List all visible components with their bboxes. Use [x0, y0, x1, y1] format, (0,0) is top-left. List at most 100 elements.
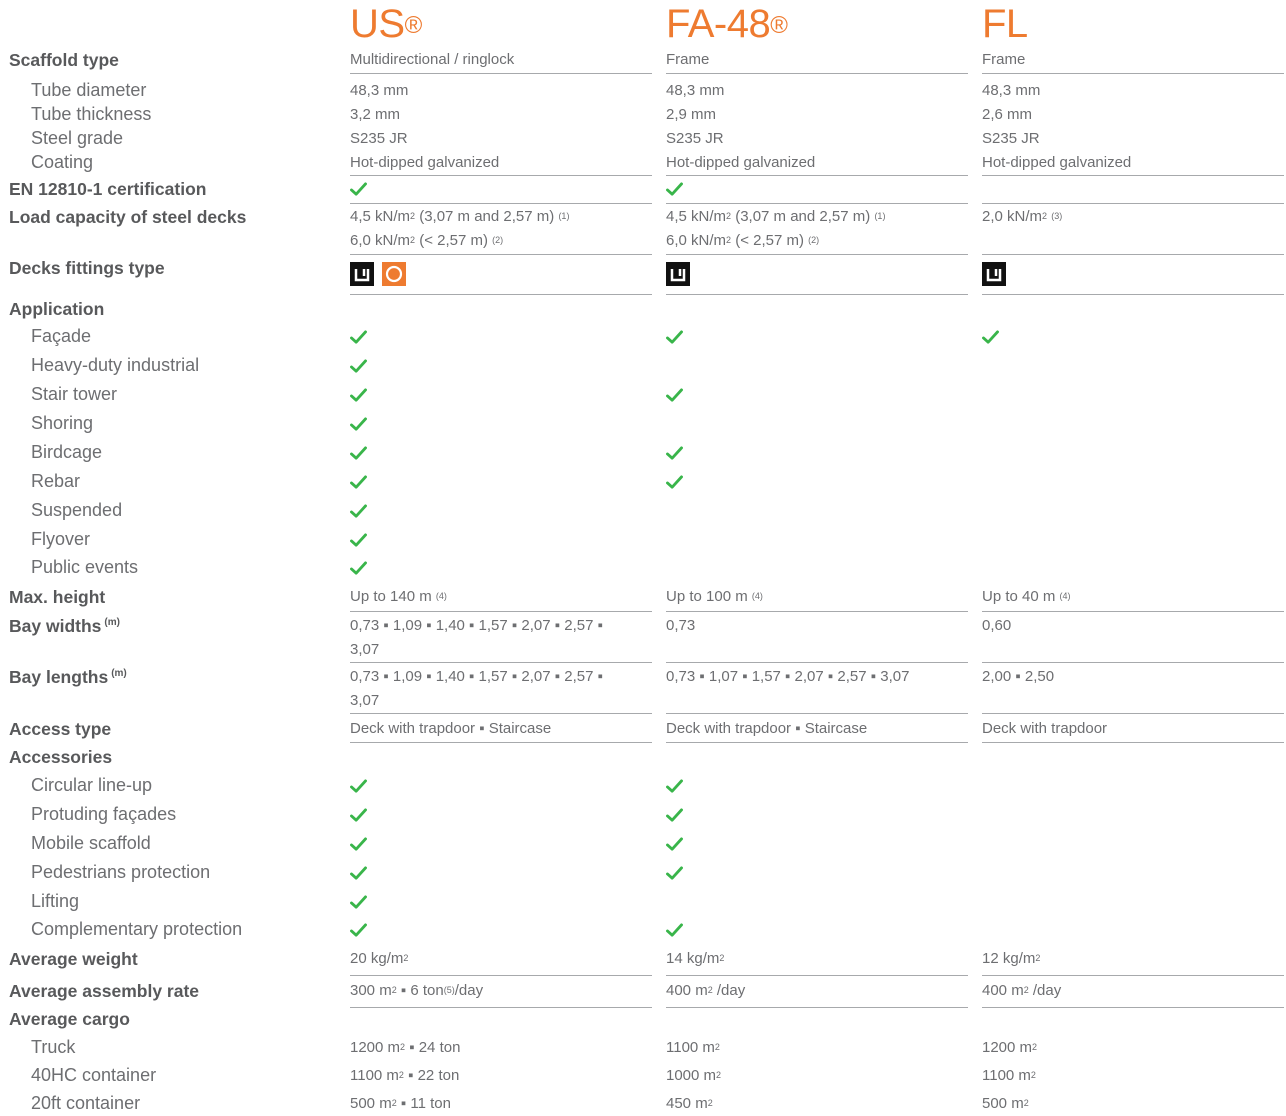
row-label: Tube diameter [31, 80, 146, 101]
cell-us: Deck with trapdoor ▪ Staircase [350, 720, 552, 737]
cell-us: 1100 m2 ▪ 22 ton [350, 1067, 460, 1084]
check-icon [666, 837, 684, 853]
cell-fl: 1200 m2 [982, 1039, 1038, 1056]
row-divider [666, 73, 968, 74]
row-label: Steel grade [31, 128, 123, 149]
row-label-text: Truck [31, 1037, 76, 1057]
row-label-text: Mobile scaffold [31, 833, 151, 853]
row-label-text: Scaffold type [9, 50, 119, 70]
row-divider [350, 742, 652, 743]
column-title: FL [982, 2, 1028, 46]
cell-fa-48: 0,73 ▪ 1,07 ▪ 1,57 ▪ 2,07 ▪ 2,57 ▪ 3,07 [666, 668, 910, 685]
row-label-text: Max. height [9, 587, 106, 607]
row-label-text: Complementary protection [31, 919, 243, 939]
cell-fl: 500 m2 [982, 1095, 1029, 1112]
row-label: Average weight [9, 949, 138, 970]
registered-mark: ® [404, 12, 423, 39]
row-label: Application [9, 299, 104, 320]
row-label-unit: (m) [104, 617, 120, 629]
column-header-fa-48: FA-48® [666, 2, 788, 46]
row-divider [982, 294, 1284, 295]
row-label: Shoring [31, 413, 93, 434]
check-icon [350, 561, 368, 577]
cell-fl: 2,0 kN/m2 (3) [982, 208, 1063, 225]
check-icon [982, 330, 1000, 346]
check-icon [350, 417, 368, 433]
cell-us: Up to 140 m (4) [350, 588, 447, 605]
check-icon [666, 866, 684, 882]
row-divider [666, 294, 968, 295]
row-label-text: Shoring [31, 413, 94, 433]
check-icon [350, 808, 368, 824]
row-label-text: Façade [31, 326, 92, 346]
row-divider [982, 254, 1284, 255]
row-label-text: 40HC container [31, 1065, 157, 1085]
row-label-text: Average weight [9, 949, 138, 969]
row-divider [350, 254, 652, 255]
cell-fa-48: 14 kg/m2 [666, 950, 725, 967]
row-label-text: Application [9, 299, 105, 319]
cell-fa-48: Deck with trapdoor ▪ Staircase [666, 720, 868, 737]
row-label: Rebar [31, 471, 80, 492]
column-header-us: US® [350, 2, 422, 46]
row-divider [350, 1007, 652, 1008]
cell-fl: Hot-dipped galvanized [982, 154, 1132, 171]
row-divider [982, 611, 1284, 612]
row-label: 20ft container [31, 1093, 140, 1114]
row-label: Scaffold type [9, 50, 119, 71]
row-label: Bay lengths (m) [9, 667, 127, 688]
cell-fl: 400 m2 /day [982, 982, 1062, 999]
hook-icon [982, 262, 1006, 286]
cell-fl: S235 JR [982, 130, 1040, 147]
row-label-text: Heavy-duty industrial [31, 355, 200, 375]
cell-us: 300 m2 ▪ 6 ton(5)/day [350, 982, 484, 999]
check-icon [350, 446, 368, 462]
check-icon [350, 895, 368, 911]
row-label: Tube thickness [31, 104, 151, 125]
row-label-text: Bay lengths [9, 667, 109, 687]
row-label: Stair tower [31, 384, 117, 405]
check-icon [350, 779, 368, 795]
round-icon [382, 262, 406, 286]
cell-fa-48: 2,9 mm [666, 106, 717, 123]
cell-fa-48: 1100 m2 [666, 1039, 720, 1056]
cell-fa-48: 4,5 kN/m2 (3,07 m and 2,57 m) (1) 6,0 kN/… [666, 208, 886, 249]
row-divider [666, 611, 968, 612]
cell-fl: 2,6 mm [982, 106, 1033, 123]
column-title: US [350, 2, 405, 46]
cell-fl: Deck with trapdoor [982, 720, 1108, 737]
cell-fa-48: S235 JR [666, 130, 724, 147]
cell-fa-48: Frame [666, 51, 710, 68]
row-label-text: Rebar [31, 471, 81, 491]
row-divider [666, 1007, 968, 1008]
row-label: Truck [31, 1037, 75, 1058]
row-divider [982, 203, 1284, 204]
row-divider [666, 662, 968, 663]
row-divider [666, 254, 968, 255]
row-divider [982, 975, 1284, 976]
cell-us: S235 JR [350, 130, 408, 147]
row-divider [350, 203, 652, 204]
check-icon [666, 923, 684, 939]
row-label: Average cargo [9, 1009, 130, 1030]
cell-us: 0,73 ▪ 1,09 ▪ 1,40 ▪ 1,57 ▪ 2,07 ▪ 2,57 … [350, 668, 603, 709]
row-label-unit: (m) [111, 668, 127, 680]
row-divider [666, 203, 968, 204]
cell-fl: Frame [982, 51, 1026, 68]
row-label-text: Flyover [31, 529, 91, 549]
row-label: Accessories [9, 747, 112, 768]
row-divider [350, 975, 652, 976]
row-label-text: Coating [31, 152, 94, 172]
check-icon [350, 359, 368, 375]
row-label: Flyover [31, 529, 90, 550]
row-divider [666, 175, 968, 176]
cell-fa-48: 1000 m2 [666, 1067, 722, 1084]
cell-fl: 48,3 mm [982, 82, 1041, 99]
row-label-text: 20ft container [31, 1093, 141, 1113]
check-icon [666, 446, 684, 462]
row-label-text: Tube diameter [31, 80, 147, 100]
row-label-text: Steel grade [31, 128, 124, 148]
row-label: Bay widths (m) [9, 616, 120, 637]
check-icon [350, 837, 368, 853]
row-label: Heavy-duty industrial [31, 355, 199, 376]
